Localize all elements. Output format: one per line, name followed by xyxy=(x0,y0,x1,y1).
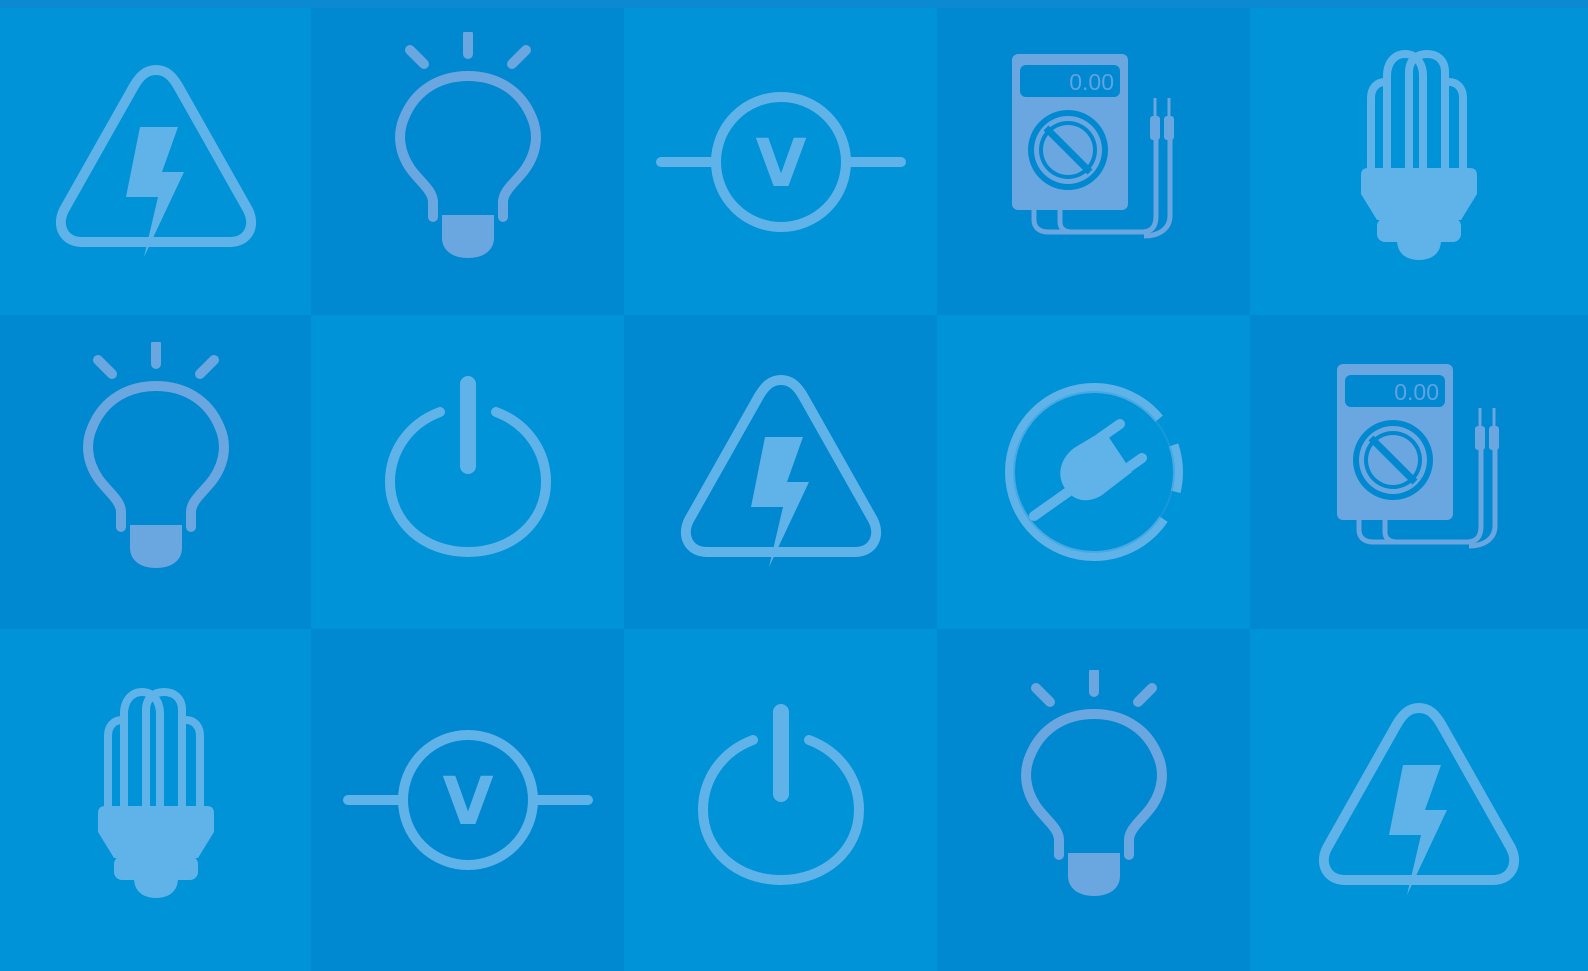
voltmeter-symbol-icon: V xyxy=(338,670,598,930)
top-strip xyxy=(0,0,1588,8)
high-voltage-warning-icon xyxy=(26,32,286,292)
multimeter-icon: 0.00 xyxy=(1289,342,1549,602)
tile-cfl-bulb xyxy=(0,629,311,971)
multimeter-icon: 0.00 xyxy=(964,32,1224,292)
tile-multimeter: 0.00 xyxy=(937,8,1250,315)
tile-power-button xyxy=(311,315,624,629)
voltmeter-symbol-icon: V xyxy=(651,32,911,292)
tile-high-voltage-warning xyxy=(0,8,311,315)
cfl-bulb-icon xyxy=(1289,32,1549,292)
voltmeter-letter: V xyxy=(755,125,806,202)
high-voltage-warning-icon xyxy=(651,342,911,602)
tile-light-bulb xyxy=(937,629,1250,971)
tile-voltmeter: V xyxy=(311,629,624,971)
tile-high-voltage-warning xyxy=(624,315,937,629)
icon-pattern-grid: V 0.00 0.00 V xyxy=(0,0,1588,971)
tile-unplug xyxy=(937,315,1250,629)
light-bulb-icon xyxy=(338,32,598,292)
tile-multimeter: 0.00 xyxy=(1250,315,1588,629)
tile-power-button xyxy=(624,629,937,971)
multimeter-readout: 0.00 xyxy=(1394,379,1439,405)
tile-high-voltage-warning xyxy=(1250,629,1588,971)
power-button-icon xyxy=(338,342,598,602)
high-voltage-warning-icon xyxy=(1289,670,1549,930)
tile-light-bulb xyxy=(0,315,311,629)
multimeter-readout: 0.00 xyxy=(1069,69,1114,95)
cfl-bulb-icon xyxy=(26,670,286,930)
tile-light-bulb xyxy=(311,8,624,315)
voltmeter-letter: V xyxy=(442,763,493,840)
unplug-icon xyxy=(964,342,1224,602)
tile-voltmeter: V xyxy=(624,8,937,315)
tile-cfl-bulb xyxy=(1250,8,1588,315)
light-bulb-icon xyxy=(964,670,1224,930)
power-button-icon xyxy=(651,670,911,930)
light-bulb-icon xyxy=(26,342,286,602)
